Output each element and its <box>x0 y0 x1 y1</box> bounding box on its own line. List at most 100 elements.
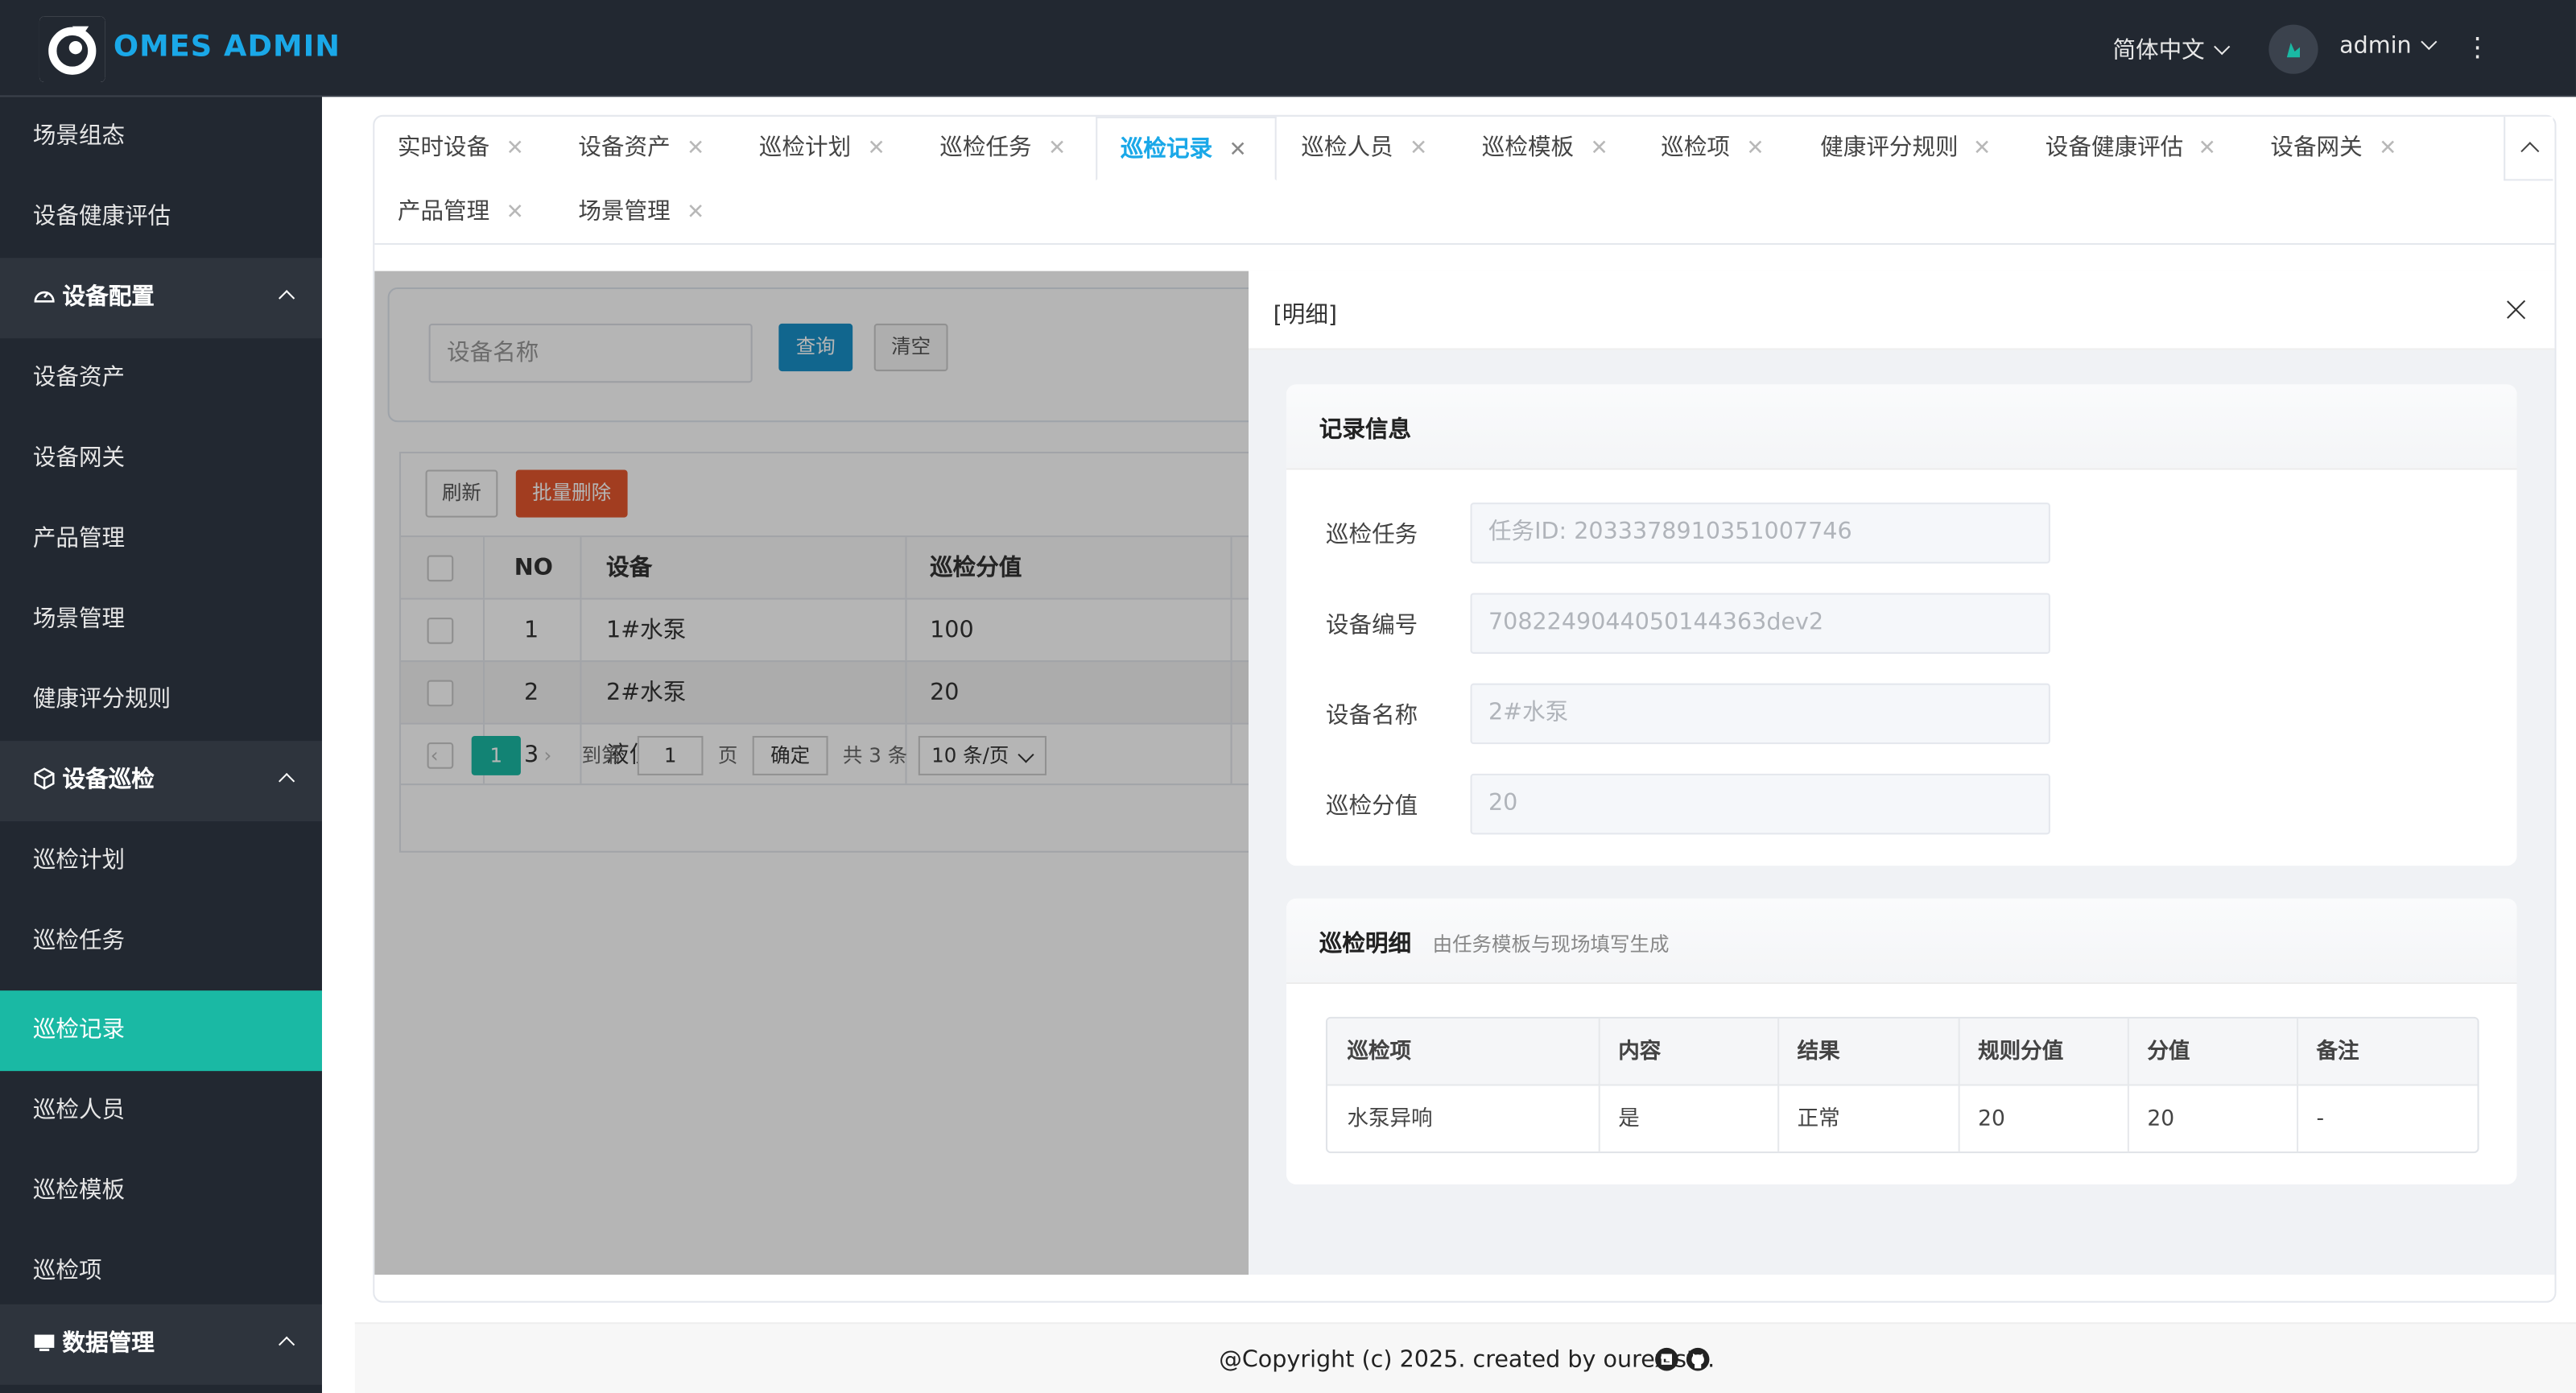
more-options-icon[interactable]: ⋮ <box>2464 27 2491 69</box>
column-header: 内容 <box>1618 1040 1662 1064</box>
tab-label: 巡检人员 <box>1301 134 1393 161</box>
task-field[interactable]: 任务ID: 2033378910351007746 <box>1470 502 2050 564</box>
sidebar-item-device-assets[interactable]: 设备资产 <box>0 338 322 419</box>
close-icon[interactable]: ✕ <box>1229 118 1247 183</box>
row-score: 20 <box>2147 1107 2175 1132</box>
table-header-row: 巡检项 内容 结果 规则分值 分值 备注 <box>1327 1018 2478 1086</box>
logo-icon <box>39 16 105 83</box>
device-code-field[interactable]: 708224904405014436​3dev2 <box>1470 593 2050 654</box>
tab-health-rules[interactable]: 健康评分规则 ✕ <box>1798 117 2023 181</box>
column-header: 备注 <box>2316 1040 2359 1064</box>
device-name-field[interactable]: 2#水泵 <box>1470 683 2050 745</box>
section-subtitle: 由任务模板与现场填写生成 <box>1432 932 1670 957</box>
tab-label: 设备健康评估 <box>2045 134 2184 161</box>
sidebar-item-label: 巡检项 <box>32 1258 102 1285</box>
field-label: 设备编号 <box>1325 612 1418 639</box>
field-label: 设备名称 <box>1325 703 1418 730</box>
tab-inspector[interactable]: 巡检人员 ✕ <box>1278 117 1459 181</box>
sidebar-item-device-gateway[interactable]: 设备网关 <box>0 419 322 499</box>
close-icon[interactable]: ✕ <box>868 117 886 181</box>
github-icon[interactable] <box>1686 1347 1711 1372</box>
chevron-up-icon <box>279 290 295 307</box>
sidebar-item-inspection-item[interactable]: 巡检项 <box>0 1232 322 1312</box>
close-icon[interactable] <box>2504 297 2530 324</box>
close-icon[interactable]: ✕ <box>2379 117 2396 181</box>
top-header: OMES ADMIN 简体中文 admin ⋮ <box>0 0 2576 97</box>
sidebar-item-inspection-template[interactable]: 巡检模板 <box>0 1151 322 1232</box>
tab-realtime-devices[interactable]: 实时设备 ✕ <box>374 117 555 181</box>
row-remark: - <box>2316 1107 2325 1132</box>
sidebar: 场景组态 设备健康评估 设备配置 设备资产 设备网关 产品管理 场景管理 健康评… <box>0 97 322 1393</box>
sidebar-group-device-config[interactable]: 设备配置 <box>0 258 322 339</box>
column-header: 巡检项 <box>1347 1040 1412 1064</box>
sidebar-item-label: 巡检任务 <box>32 928 126 955</box>
close-icon[interactable]: ✕ <box>687 117 704 181</box>
tab-product-mgmt[interactable]: 产品管理 ✕ <box>374 180 555 245</box>
sidebar-item-inspection-task[interactable]: 巡检任务 <box>0 902 322 982</box>
inspection-detail-header: 巡检明细 由任务模板与现场填写生成 <box>1286 898 2517 985</box>
tab-label: 产品管理 <box>397 198 490 225</box>
user-menu[interactable]: admin <box>2339 33 2438 59</box>
row-content: 是 <box>1618 1107 1640 1132</box>
sidebar-item-inspection-record[interactable]: 巡检记录 <box>0 990 322 1072</box>
sidebar-item-inspector[interactable]: 巡检人员 <box>0 1071 322 1151</box>
sidebar-item-label: 设备资产 <box>32 364 126 391</box>
drawer-header: [明细] <box>1249 271 2555 350</box>
tab-inspection-item[interactable]: 巡检项 ✕ <box>1638 117 1798 181</box>
sidebar-item-label: 产品管理 <box>32 525 126 552</box>
sidebar-group-label: 设备配置 <box>62 283 155 311</box>
tab-device-assets[interactable]: 设备资产 ✕ <box>555 117 736 181</box>
sidebar-group-inspection[interactable]: 设备巡检 <box>0 741 322 822</box>
sidebar-item-label: 场景组态 <box>32 123 126 150</box>
score-field[interactable]: 20 <box>1470 773 2050 835</box>
avatar[interactable] <box>2268 24 2318 74</box>
close-icon[interactable]: ✕ <box>1410 117 1427 181</box>
app-logo[interactable] <box>39 16 105 83</box>
sidebar-item-scene-mgmt[interactable]: 场景管理 <box>0 580 322 660</box>
close-icon[interactable]: ✕ <box>506 180 524 245</box>
close-icon[interactable]: ✕ <box>506 117 524 181</box>
main-content: 实时设备 ✕ 设备资产 ✕ 巡检计划 ✕ 巡检任务 ✕ 巡检记录 ✕ 巡检人员 ✕ 巡检模板… <box>321 97 2576 1393</box>
sidebar-group-label: 设备巡检 <box>62 767 155 794</box>
sidebar-item-scene-config[interactable]: 场景组态 <box>0 97 322 177</box>
collapse-tabs-button[interactable] <box>2504 116 2553 181</box>
tab-label: 巡检项 <box>1661 134 1730 161</box>
close-icon[interactable]: ✕ <box>1048 117 1066 181</box>
tab-device-gateway[interactable]: 设备网关 ✕ <box>2248 117 2428 181</box>
gitee-icon[interactable] <box>1654 1347 1679 1372</box>
close-icon[interactable]: ✕ <box>1973 117 1991 181</box>
language-select[interactable]: 简体中文 <box>2112 33 2231 66</box>
sidebar-item-label: 设备健康评估 <box>32 203 171 230</box>
close-icon[interactable]: ✕ <box>1590 117 1608 181</box>
tab-scene-mgmt[interactable]: 场景管理 ✕ <box>555 180 736 245</box>
sidebar-item-product-mgmt[interactable]: 产品管理 <box>0 499 322 580</box>
tab-inspection-record[interactable]: 巡检记录 ✕ <box>1096 116 1277 183</box>
tab-label: 巡检记录 <box>1120 136 1213 163</box>
sidebar-group-data-mgmt[interactable]: 数据管理 <box>0 1304 322 1385</box>
sidebar-item-inspection-plan[interactable]: 巡检计划 <box>0 821 322 902</box>
tab-label: 设备网关 <box>2270 134 2363 161</box>
tab-inspection-plan[interactable]: 巡检计划 ✕ <box>736 117 916 181</box>
tab-label: 巡检任务 <box>939 134 1032 161</box>
modal-mask[interactable] <box>374 271 1249 1275</box>
tab-inspection-task[interactable]: 巡检任务 ✕ <box>917 117 1097 181</box>
field-label: 巡检分值 <box>1325 793 1418 821</box>
brand-title: OMES ADMIN <box>113 29 341 64</box>
section-title: 记录信息 <box>1319 417 1412 444</box>
column-header: 规则分值 <box>1978 1040 2064 1064</box>
copyright-text: @Copyright (c) 2025. created by ourexist… <box>1219 1346 1715 1374</box>
close-icon[interactable]: ✕ <box>687 180 704 245</box>
sidebar-item-label: 场景管理 <box>32 606 126 633</box>
sidebar-item-health-rules[interactable]: 健康评分规则 <box>0 660 322 741</box>
tab-label: 健康评分规则 <box>1820 134 1959 161</box>
row-rule-score: 20 <box>1978 1107 2005 1132</box>
inspection-detail-table: 巡检项 内容 结果 规则分值 分值 备注 水泵异响 是 正常 20 20 - <box>1325 1016 2479 1154</box>
tab-health-eval[interactable]: 设备健康评估 ✕ <box>2022 117 2248 181</box>
table-row: 水泵异响 是 正常 20 20 - <box>1327 1086 2478 1152</box>
close-icon[interactable]: ✕ <box>1746 117 1764 181</box>
tab-inspection-template[interactable]: 巡检模板 ✕ <box>1459 117 1639 181</box>
close-icon[interactable]: ✕ <box>2198 117 2216 181</box>
sidebar-item-health-eval[interactable]: 设备健康评估 <box>0 177 322 258</box>
tab-label: 巡检计划 <box>758 134 852 161</box>
sidebar-item-label: 巡检人员 <box>32 1097 126 1124</box>
